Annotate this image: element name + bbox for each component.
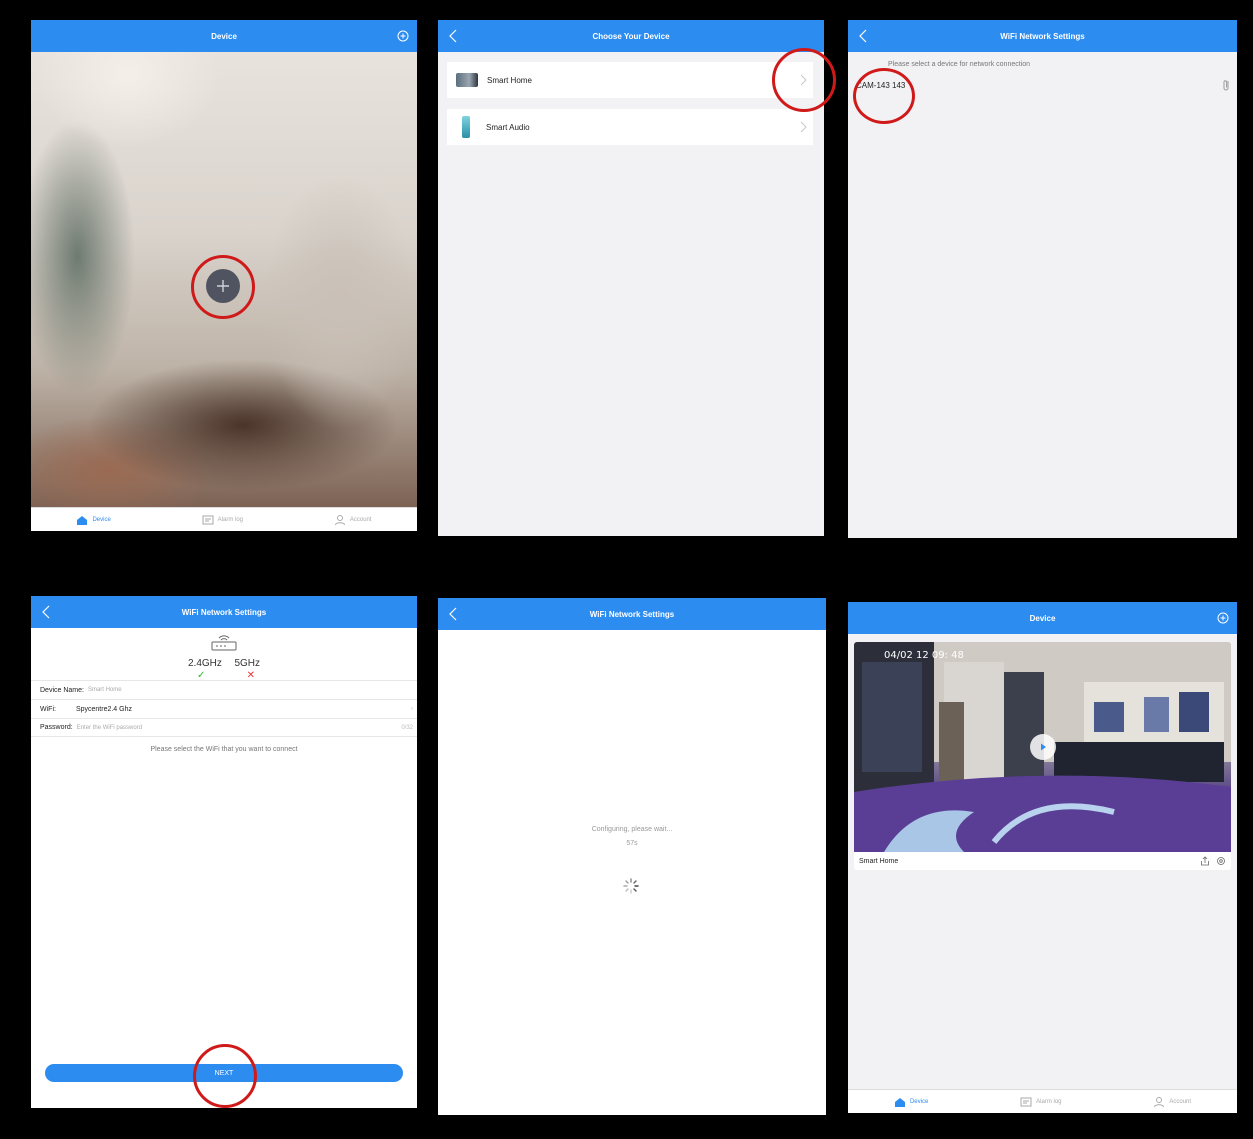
device-type-smart-audio[interactable]: Smart Audio (447, 109, 813, 145)
configuring-status: Configuring, please wait... (591, 826, 673, 833)
device-name-value: Smart Home (87, 687, 122, 693)
nav-bar: WiFi Network Settings (31, 596, 417, 628)
band-5ghz: 5GHz (234, 658, 260, 669)
highlight-circle (193, 1044, 257, 1108)
tab-device[interactable]: Device (894, 1096, 928, 1108)
panel-device-list: Device 04/02 12 09: 48 Smart Home Device… (848, 602, 1237, 1113)
wifi-label: WiFi: (40, 705, 56, 713)
tab-label: Device (92, 516, 111, 523)
add-circle-icon[interactable] (397, 30, 409, 42)
password-counter: 0/32 (401, 724, 413, 731)
page-title: WiFi Network Settings (589, 609, 675, 619)
panel-configuring: WiFi Network Settings Configuring, pleas… (438, 598, 826, 1115)
back-icon[interactable] (39, 603, 53, 621)
tab-alarm-log[interactable]: Alarm log (202, 514, 243, 526)
highlight-circle (191, 255, 255, 319)
back-icon[interactable] (446, 605, 460, 623)
speaker-device-icon (462, 116, 470, 138)
add-circle-icon[interactable] (1217, 612, 1229, 624)
tab-label: Account (349, 516, 372, 523)
band-24ghz: 2.4GHz (188, 658, 222, 669)
tab-account[interactable]: Account (334, 514, 372, 526)
tab-label: Account (1169, 1098, 1192, 1105)
password-field[interactable]: Enter the WiFi password (77, 725, 142, 731)
message-icon (1020, 1097, 1032, 1106)
tab-label: Alarm log (217, 516, 243, 523)
highlight-circle (853, 68, 915, 124)
home-icon (77, 515, 88, 525)
camera-name: Smart Home (859, 857, 899, 865)
router-icon (211, 635, 237, 651)
page-title: Device (211, 31, 237, 41)
password-row[interactable]: Password: Enter the WiFi password 0/32 (31, 718, 417, 737)
tab-bar: Device Alarm log Account (848, 1089, 1237, 1113)
wifi-row[interactable]: WiFi: Spycentre2.4 Ghz › (31, 699, 417, 718)
page-title: WiFi Network Settings (1000, 31, 1085, 41)
device-type-label: Smart Home (487, 75, 532, 85)
tab-account[interactable]: Account (1153, 1096, 1191, 1108)
page-title: Choose Your Device (592, 31, 670, 41)
paperclip-icon (1223, 80, 1229, 91)
nav-bar: Choose Your Device (438, 20, 824, 52)
camera-actions (1200, 856, 1226, 866)
camera-timestamp: 04/02 12 09: 48 (884, 650, 964, 661)
play-button[interactable] (1030, 734, 1056, 760)
nav-bar: Device (31, 20, 417, 52)
password-label: Password: (40, 724, 73, 731)
share-icon[interactable] (1200, 856, 1210, 866)
settings-icon[interactable] (1216, 856, 1226, 866)
chevron-right-icon (800, 121, 807, 133)
highlight-circle (772, 48, 836, 112)
panel-choose-device: Choose Your Device Smart Home Smart Audi… (438, 20, 824, 536)
camera-preview[interactable]: 04/02 12 09: 48 (854, 642, 1231, 852)
tab-label: Alarm log (1036, 1098, 1062, 1105)
countdown: 57s (626, 840, 638, 847)
wifi-select-message: Please select the WiFi that you want to … (150, 746, 298, 753)
form-body: 2.4GHz 5GHz ✓ ✕ Device Name: Smart Home … (31, 628, 417, 1108)
wifi-value: Spycentre2.4 Ghz (75, 705, 132, 713)
device-name-row[interactable]: Device Name: Smart Home (31, 680, 417, 699)
page-title: Device (1029, 613, 1056, 623)
tab-bar: Device Alarm log Account (31, 507, 417, 531)
panel-wifi-settings-form: WiFi Network Settings 2.4GHz 5GHz ✓ ✕ De… (31, 596, 417, 1108)
chevron-right-icon: › (411, 706, 413, 712)
camera-device-icon (456, 73, 478, 87)
nav-bar: WiFi Network Settings (438, 598, 826, 630)
configuring-body: Configuring, please wait... 57s (438, 630, 826, 1115)
tab-device[interactable]: Device (76, 514, 111, 526)
select-hint: Please select a device for network conne… (888, 61, 1031, 68)
home-icon (894, 1097, 905, 1107)
tab-label: Device (909, 1098, 929, 1105)
person-icon (1154, 1096, 1165, 1107)
nav-bar: WiFi Network Settings (848, 20, 1237, 52)
device-type-label: Smart Audio (486, 122, 530, 132)
camera-footer: Smart Home (854, 852, 1231, 870)
device-type-smart-home[interactable]: Smart Home (447, 62, 813, 98)
camera-card[interactable]: 04/02 12 09: 48 Smart Home (854, 642, 1231, 870)
play-icon (1041, 743, 1046, 751)
tab-alarm-log[interactable]: Alarm log (1020, 1096, 1062, 1108)
band-labels: 2.4GHz 5GHz (188, 658, 260, 669)
message-icon (202, 515, 214, 524)
spinner-icon (623, 878, 639, 894)
back-icon[interactable] (856, 27, 870, 45)
device-name-label: Device Name: (40, 686, 84, 694)
page-title: WiFi Network Settings (181, 607, 267, 617)
person-icon (334, 514, 345, 525)
back-icon[interactable] (446, 27, 460, 45)
nav-bar: Device (848, 602, 1237, 634)
